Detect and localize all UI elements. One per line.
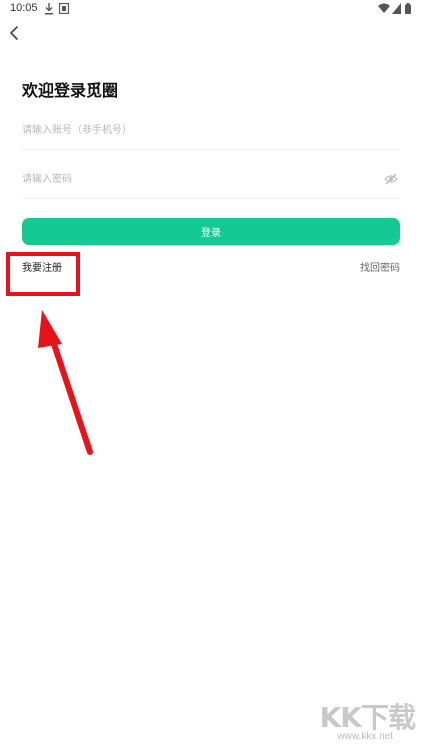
status-bar: 10:05 — [0, 0, 421, 20]
password-input[interactable] — [22, 164, 362, 194]
forgot-password-link[interactable]: 找回密码 — [360, 259, 400, 274]
account-field-container — [22, 115, 400, 150]
watermark: KK下载 www.kkx.net — [319, 696, 416, 742]
account-input[interactable] — [22, 115, 362, 145]
login-button[interactable]: 登录 — [22, 218, 400, 245]
eye-hidden-icon[interactable] — [384, 172, 398, 186]
annotation-arrow-icon — [38, 310, 93, 455]
watermark-brand: KK下载 — [319, 701, 416, 734]
wifi-icon — [378, 3, 390, 13]
status-time: 10:05 — [10, 2, 38, 14]
download-icon — [45, 3, 53, 15]
page-title: 欢迎登录觅圈 — [22, 81, 119, 100]
watermark-url: www.kkx.net — [337, 731, 393, 742]
signal-icon — [392, 3, 401, 14]
battery-icon — [405, 3, 411, 14]
back-arrow-icon[interactable] — [4, 22, 26, 44]
password-field-container — [22, 164, 400, 199]
notification-icon — [59, 3, 69, 14]
annotation-highlight-box — [6, 252, 80, 296]
